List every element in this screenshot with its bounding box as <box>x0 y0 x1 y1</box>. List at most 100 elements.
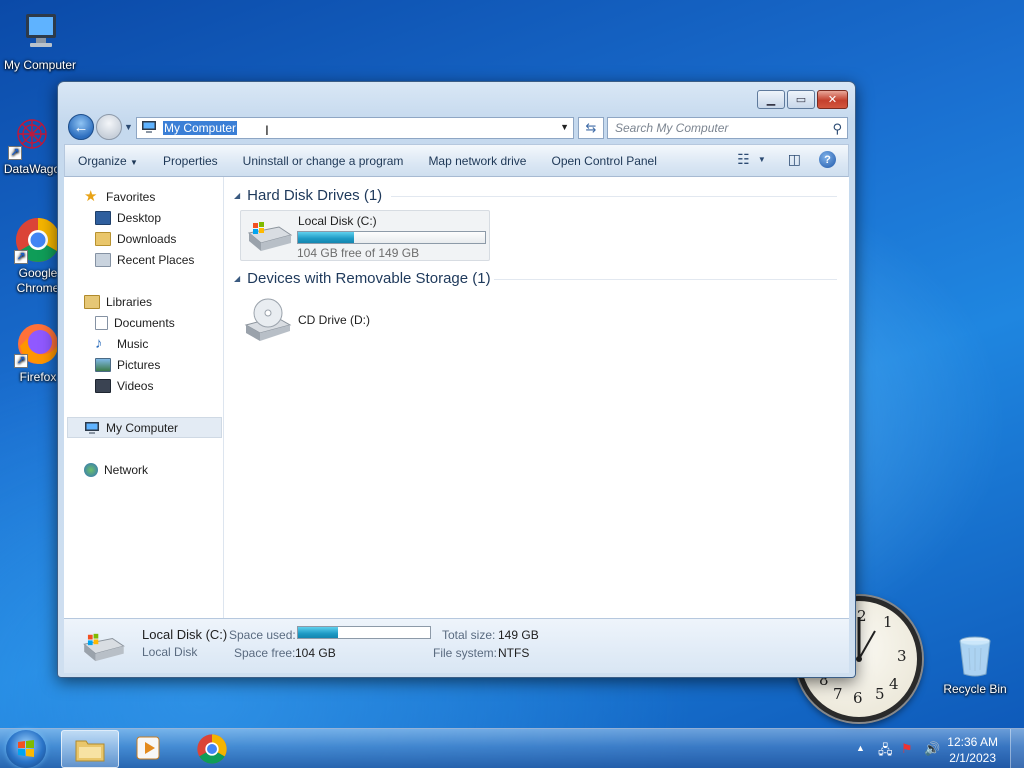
group-divider <box>391 196 837 197</box>
nav-label: Desktop <box>117 210 162 225</box>
network-status-icon[interactable]: 🖧 <box>878 741 893 763</box>
start-button[interactable] <box>6 730 46 768</box>
star-icon: ★ <box>84 187 98 205</box>
taskbar-clock[interactable]: 12:36 AM 2/1/2023 <box>947 734 998 766</box>
downloads-folder-icon <box>95 231 111 246</box>
collapse-triangle-icon: ◢ <box>234 274 241 283</box>
group-title: Devices with Removable Storage (1) <box>247 270 491 287</box>
properties-button[interactable]: Properties <box>150 154 230 168</box>
total-size-value: 149 GB <box>498 628 539 642</box>
system-tray: ▲ 🖧 ⚑ 🔊 12:36 AM 2/1/2023 <box>834 729 1024 768</box>
nav-label: Network <box>104 462 149 477</box>
caption-buttons: ▁ ▭ ✕ <box>755 90 848 109</box>
change-view-icon[interactable]: ☷ <box>737 151 750 168</box>
nav-favorites[interactable]: ★ Favorites <box>64 186 222 207</box>
show-desktop-button[interactable] <box>1010 729 1024 768</box>
nav-desktop[interactable]: Desktop <box>64 207 222 228</box>
address-bar[interactable]: My Computer I ▼ <box>136 117 574 139</box>
map-network-drive-button[interactable]: Map network drive <box>415 154 538 168</box>
drive-local-disk-c[interactable]: Local Disk (C:) 104 GB free of 149 GB <box>240 210 490 261</box>
nav-label: Recent Places <box>117 252 195 267</box>
minimize-button[interactable]: ▁ <box>757 90 785 109</box>
open-control-panel-button[interactable]: Open Control Panel <box>538 154 668 168</box>
file-system-label: File system: <box>433 646 498 660</box>
action-center-flag-icon[interactable]: ⚑ <box>901 741 913 757</box>
space-free-label: Space free: <box>234 646 296 660</box>
search-placeholder: Search My Computer <box>615 121 729 135</box>
chrome-icon <box>197 734 227 764</box>
preview-pane-icon[interactable]: ◫ <box>788 151 801 168</box>
shortcut-arrow-icon: ↗ <box>14 250 28 264</box>
nav-downloads[interactable]: Downloads <box>64 228 222 249</box>
search-icon[interactable]: ⚲ <box>832 121 842 137</box>
nav-label: Favorites <box>106 189 156 204</box>
organize-label: Organize <box>78 153 127 168</box>
nav-network[interactable]: Network <box>64 459 222 480</box>
back-button[interactable]: ← <box>68 114 94 140</box>
computer-icon <box>16 8 64 56</box>
nav-label: Pictures <box>117 357 161 372</box>
nav-libraries[interactable]: Libraries <box>64 291 222 312</box>
drive-usage-fill <box>298 232 355 243</box>
drive-name: CD Drive (D:) <box>298 313 370 327</box>
group-header-hard-disk-drives[interactable]: ◢ Hard Disk Drives (1) <box>234 187 382 204</box>
forward-button[interactable] <box>96 114 122 140</box>
hard-drive-icon <box>80 631 126 666</box>
address-dropdown-icon[interactable]: ▼ <box>560 122 569 132</box>
nav-label: My Computer <box>106 420 179 435</box>
nav-recent-places[interactable]: Recent Places <box>64 249 222 270</box>
taskbar-windows-explorer[interactable] <box>61 730 119 768</box>
nav-pictures[interactable]: Pictures <box>64 354 222 375</box>
group-title: Hard Disk Drives (1) <box>247 187 383 204</box>
back-arrow-icon: ← <box>73 118 89 136</box>
taskbar-google-chrome[interactable] <box>183 730 241 768</box>
content-pane[interactable]: ◢ Hard Disk Drives (1) Local Disk (C:) 1… <box>226 177 849 618</box>
nav-label: Libraries <box>106 294 153 309</box>
address-text[interactable]: My Computer <box>163 121 238 135</box>
nav-my-computer[interactable]: My Computer <box>67 417 222 438</box>
nav-music[interactable]: ♪ Music <box>64 333 222 354</box>
uninstall-program-button[interactable]: Uninstall or change a program <box>230 154 416 168</box>
desktop-icon-recycle-bin[interactable]: Recycle Bin <box>935 632 1015 697</box>
total-size-label: Total size: <box>442 628 496 642</box>
refresh-button[interactable]: ⇆ <box>578 117 604 139</box>
drive-cd-d[interactable]: CD Drive (D:) <box>240 295 370 347</box>
media-player-icon <box>136 736 160 760</box>
details-pane: Local Disk (C:) Local Disk Space used: S… <box>64 618 849 673</box>
volume-icon[interactable]: 🔊 <box>924 741 940 757</box>
maximize-button[interactable]: ▭ <box>787 90 815 109</box>
organize-button[interactable]: Organize ▼ <box>65 154 150 168</box>
navigation-pane[interactable]: ★ Favorites Desktop Downloads Recent Pla… <box>64 177 224 618</box>
explorer-window[interactable]: ▁ ▭ ✕ ← ▼ My Computer I ▼ ⇆ Search My Co… <box>57 81 856 678</box>
minimize-icon: ▁ <box>766 94 776 106</box>
space-free-value: 104 GB <box>295 646 336 660</box>
close-button[interactable]: ✕ <box>817 90 848 109</box>
nav-documents[interactable]: Documents <box>64 312 222 333</box>
clock-time: 12:36 AM <box>947 735 998 749</box>
pictures-icon <box>95 357 111 372</box>
view-options-dropdown-icon[interactable]: ▼ <box>758 155 766 164</box>
taskbar-media-player[interactable] <box>120 730 178 768</box>
desktop-folder-icon <box>95 210 111 225</box>
clock-date: 2/1/2023 <box>949 751 996 765</box>
recent-pages-dropdown[interactable]: ▼ <box>124 122 133 132</box>
file-system-value: NTFS <box>498 646 530 660</box>
desktop-icon-my-computer[interactable]: My Computer <box>0 8 80 73</box>
shortcut-arrow-icon: ↗ <box>8 146 22 160</box>
desktop-icon-label: My Computer <box>3 58 77 72</box>
drive-usage-bar <box>297 231 486 244</box>
search-input[interactable]: Search My Computer ⚲ <box>607 117 848 139</box>
documents-icon <box>95 315 108 330</box>
firefox-icon: ↗ <box>14 320 62 368</box>
chrome-icon: ↗ <box>14 216 62 264</box>
show-hidden-icons-icon[interactable]: ▲ <box>856 743 865 753</box>
computer-icon <box>141 120 157 137</box>
desktop-icon-datawagon[interactable]: ↗ DataWago <box>0 112 64 177</box>
videos-icon <box>95 378 111 393</box>
help-icon[interactable]: ? <box>819 151 836 168</box>
nav-videos[interactable]: Videos <box>64 375 222 396</box>
group-header-removable-storage[interactable]: ◢ Devices with Removable Storage (1) <box>234 270 491 287</box>
nav-label: Downloads <box>117 231 177 246</box>
details-name: Local Disk (C:) <box>142 627 228 642</box>
space-used-fill <box>298 627 338 638</box>
